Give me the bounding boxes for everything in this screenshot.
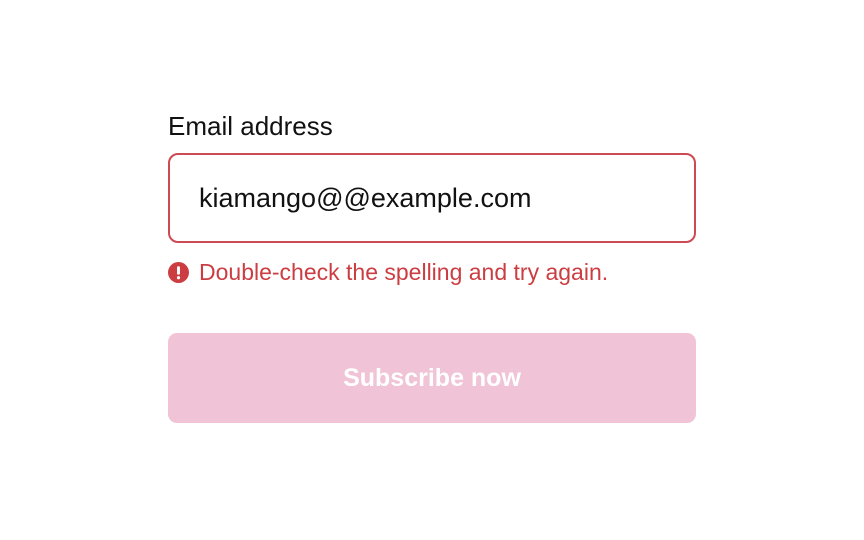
email-label: Email address — [168, 111, 333, 141]
error-message: Double-check the spelling and try again. — [168, 258, 696, 285]
exclamation-circle-icon — [168, 261, 189, 283]
subscribe-form: Email address Double-check the spelling … — [168, 108, 696, 423]
subscribe-button[interactable]: Subscribe now — [168, 333, 696, 423]
error-text: Double-check the spelling and try again. — [199, 258, 609, 285]
email-field[interactable] — [168, 153, 696, 243]
